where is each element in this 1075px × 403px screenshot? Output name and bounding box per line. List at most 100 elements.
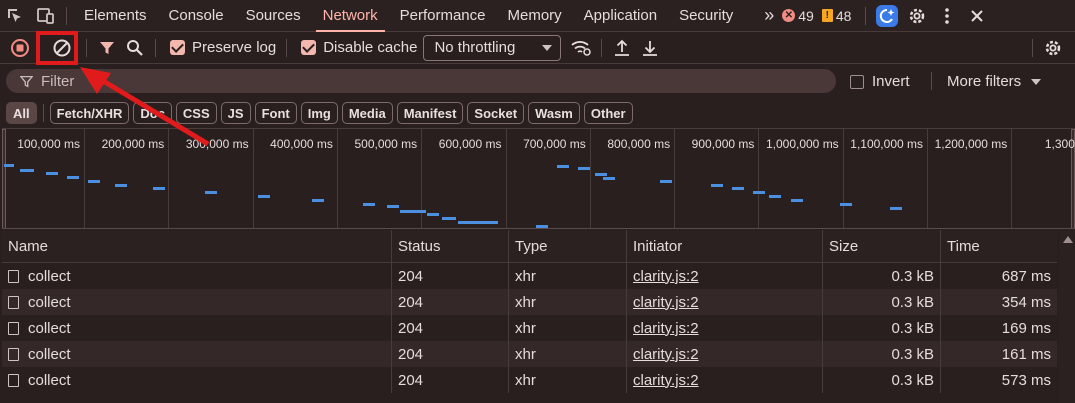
network-conditions-icon[interactable] [567, 34, 595, 62]
waterfall-bar [205, 191, 217, 194]
tab-separator [66, 6, 67, 25]
settings-gear-icon[interactable] [902, 0, 932, 32]
inspect-element-icon[interactable] [0, 0, 30, 32]
scroll-up-arrow-icon[interactable] [1063, 236, 1073, 243]
chip-all[interactable]: All [6, 102, 37, 124]
overview-gridline [505, 129, 507, 228]
cell-status: 204 [392, 263, 509, 289]
table-scrollbar[interactable] [1059, 230, 1075, 403]
close-devtools-icon[interactable] [962, 0, 992, 32]
filter-placeholder: Filter [41, 72, 75, 90]
chip-css[interactable]: CSS [175, 102, 217, 124]
tab-sources[interactable]: Sources [235, 0, 312, 32]
preserve-log-checkbox[interactable]: Preserve log [170, 39, 276, 56]
overview-gridline [842, 129, 844, 228]
throttling-value: No throttling [434, 39, 516, 56]
chevron-down-icon [542, 44, 553, 51]
tab-elements[interactable]: Elements [73, 0, 158, 32]
device-toolbar-icon[interactable] [30, 0, 60, 32]
chip-img[interactable]: Img [300, 102, 338, 124]
overview-time-label: 800,000 ms [607, 137, 671, 151]
warning-count-badge[interactable]: ! 48 [821, 7, 852, 24]
initiator-link[interactable]: clarity.js:2 [633, 346, 699, 363]
waterfall-bar [4, 164, 14, 167]
network-settings-gear-icon[interactable] [1039, 34, 1067, 62]
tab-console[interactable]: Console [158, 0, 235, 32]
annotation-highlight-box [36, 31, 78, 65]
more-tabs-button[interactable]: » [744, 0, 782, 32]
stop-recording-icon[interactable] [6, 34, 34, 62]
invert-label: Invert [872, 73, 910, 90]
cell-time: 687 ms [1001, 267, 1051, 285]
chip-font[interactable]: Font [254, 102, 297, 124]
overview-gridline [927, 129, 928, 228]
waterfall-bar [753, 191, 765, 194]
table-body: collect 204 xhr clarity.js:2 0.3 kB 687 ms col… [2, 263, 1057, 393]
cell-initiator: clarity.js:2 [627, 263, 823, 289]
chip-fetch-xhr[interactable]: Fetch/XHR [49, 102, 130, 124]
column-header-time[interactable]: Time [941, 230, 1057, 263]
ai-assistant-icon[interactable] [872, 0, 902, 32]
throttling-select[interactable]: No throttling [423, 34, 562, 61]
initiator-link[interactable]: clarity.js:2 [633, 372, 699, 389]
cell-status: 204 [392, 341, 509, 367]
more-filters-label: More filters [947, 73, 1022, 90]
table-row[interactable]: collect 204 xhr clarity.js:2 0.3 kB 687 ms [2, 263, 1057, 289]
table-row[interactable]: collect 204 xhr clarity.js:2 0.3 kB 169 ms [2, 315, 1057, 341]
warning-count: 48 [835, 7, 852, 24]
initiator-link[interactable]: clarity.js:2 [633, 320, 699, 337]
more-options-icon[interactable] [932, 0, 962, 32]
invert-checkbox[interactable]: Invert [850, 73, 910, 90]
waterfall-bar [67, 176, 79, 179]
chip-media[interactable]: Media [341, 102, 393, 124]
toolbar-separator [601, 38, 603, 57]
overview-gridline [758, 129, 760, 228]
column-header-name[interactable]: Name [2, 230, 392, 263]
disable-cache-checkbox[interactable]: Disable cache [301, 39, 417, 56]
waterfall-bar [442, 217, 456, 220]
column-header-initiator[interactable]: Initiator [627, 230, 823, 263]
column-header-type[interactable]: Type [509, 230, 627, 263]
initiator-link[interactable]: clarity.js:2 [633, 268, 699, 285]
chip-wasm[interactable]: Wasm [528, 102, 580, 124]
cell-type: xhr [509, 289, 627, 315]
cell-type: xhr [509, 367, 627, 393]
overview-gridline [168, 129, 170, 228]
tab-application[interactable]: Application [573, 0, 668, 32]
chip-other[interactable]: Other [583, 102, 633, 124]
tab-separator [865, 6, 867, 25]
cell-size: 0.3 kB [823, 341, 941, 367]
overview-time-label: 300,000 ms [185, 137, 249, 151]
network-overview-timeline[interactable]: 100,000 ms 200,000 ms 300,000 ms 400,000 ms… [2, 128, 1075, 229]
disable-cache-label: Disable cache [323, 39, 418, 56]
column-header-size[interactable]: Size [823, 230, 941, 263]
document-file-icon [8, 373, 19, 387]
overview-time-label: 1,200,000 ms [934, 137, 1008, 151]
tab-security[interactable]: Security [668, 0, 744, 32]
table-row[interactable]: collect 204 xhr clarity.js:2 0.3 kB 161 ms [2, 341, 1057, 367]
chip-js[interactable]: JS [220, 102, 251, 124]
request-name: collect [28, 345, 71, 363]
tab-performance[interactable]: Performance [389, 0, 497, 32]
toolbar-separator [86, 38, 87, 57]
chip-socket[interactable]: Socket [467, 102, 525, 124]
filter-funnel-icon[interactable] [93, 34, 121, 62]
export-har-icon[interactable] [636, 34, 664, 62]
resource-type-filters: All Fetch/XHR Doc CSS JS Font Img Media … [0, 98, 1075, 128]
cell-size: 0.3 kB [823, 263, 941, 289]
chip-manifest[interactable]: Manifest [396, 102, 464, 124]
table-row[interactable]: collect 204 xhr clarity.js:2 0.3 kB 573 ms [2, 367, 1057, 393]
initiator-link[interactable]: clarity.js:2 [633, 294, 699, 311]
waterfall-bar [732, 187, 744, 190]
chip-doc[interactable]: Doc [133, 102, 172, 124]
tab-network[interactable]: Network [312, 0, 389, 32]
import-har-icon[interactable] [608, 34, 636, 62]
error-count-badge[interactable]: ✕ 49 [782, 8, 814, 24]
column-header-status[interactable]: Status [392, 230, 509, 263]
search-icon[interactable] [121, 34, 149, 62]
more-filters-dropdown[interactable]: More filters [947, 73, 1042, 90]
tab-memory[interactable]: Memory [497, 0, 573, 32]
table-row[interactable]: collect 204 xhr clarity.js:2 0.3 kB 354 ms [2, 289, 1057, 315]
filter-input[interactable]: Filter [6, 69, 836, 93]
waterfall-bar [791, 199, 803, 202]
